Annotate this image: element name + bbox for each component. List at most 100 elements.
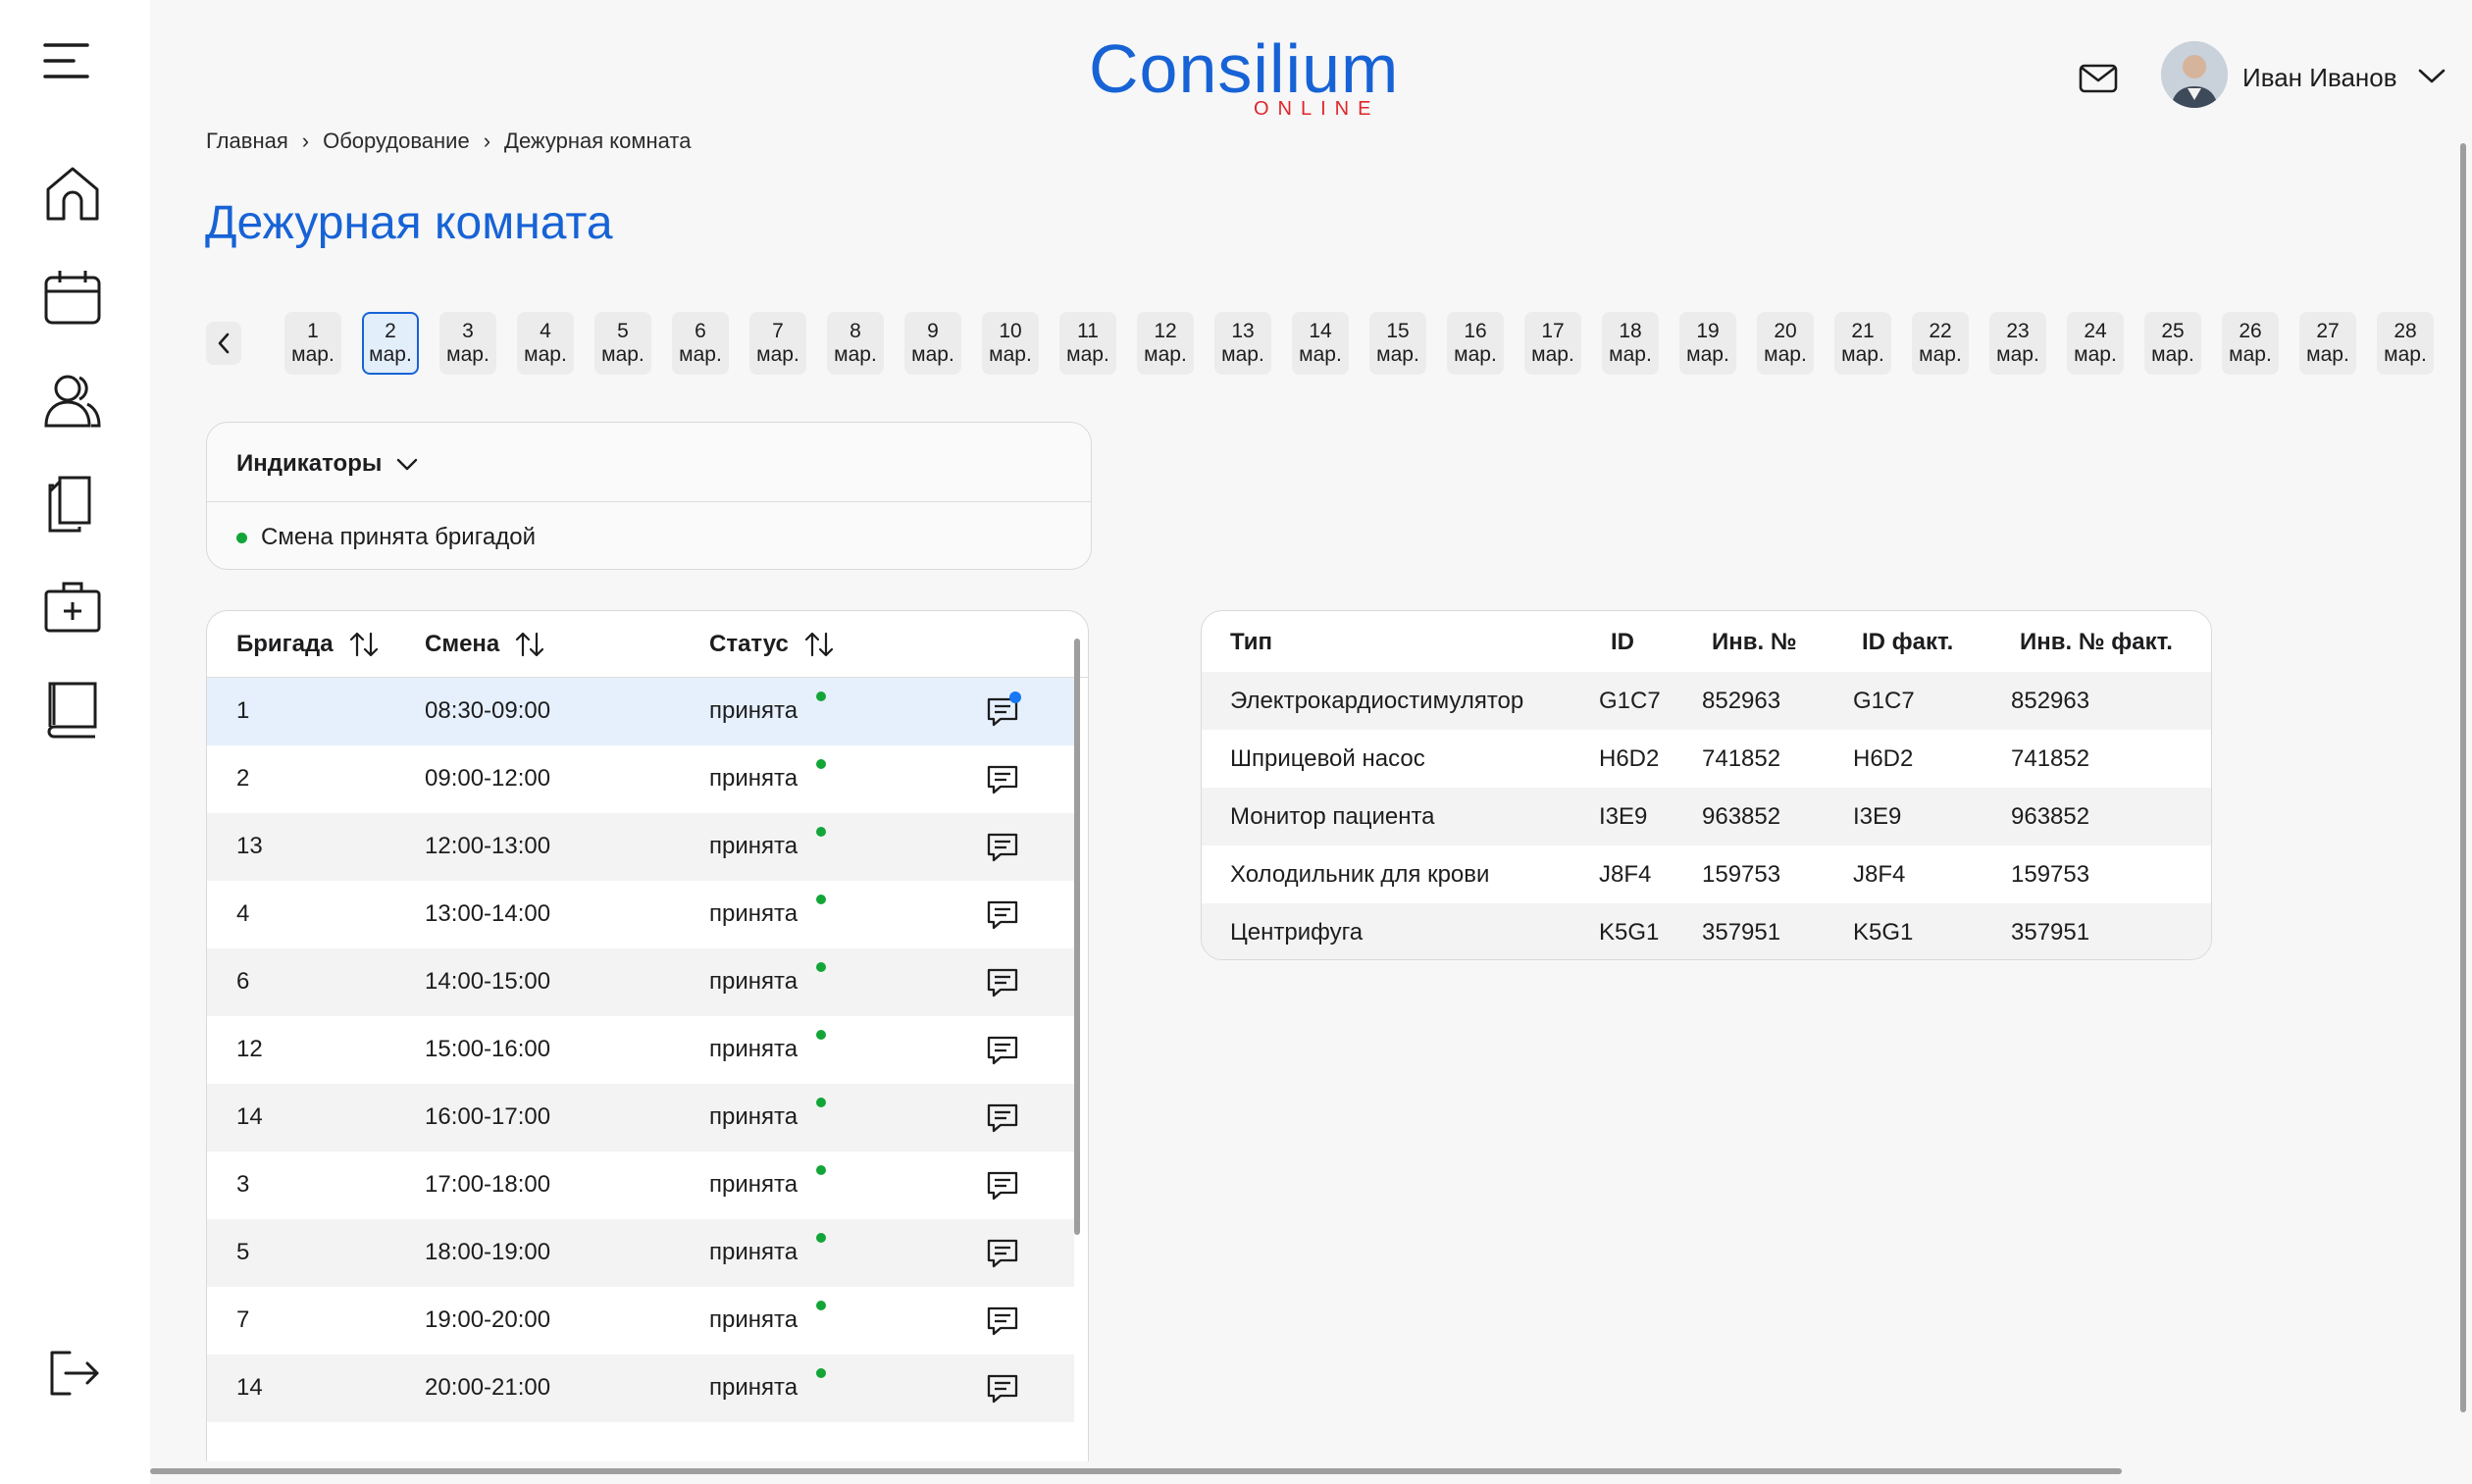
home-icon[interactable] bbox=[33, 155, 112, 233]
mail-icon[interactable] bbox=[2072, 57, 2125, 100]
table-row[interactable]: Монитор пациента I3E9 963852 I3E9 963852 bbox=[1202, 788, 2211, 845]
date-item[interactable]: 25 мар. bbox=[2144, 312, 2201, 375]
table-row[interactable]: Электрокардиостимулятор G1C7 852963 G1C7 852… bbox=[1202, 672, 2211, 730]
date-item[interactable]: 16 мар. bbox=[1447, 312, 1504, 375]
comment-icon[interactable] bbox=[984, 1032, 1021, 1069]
date-day: 24 bbox=[2084, 320, 2107, 342]
date-item[interactable]: 13 мар. bbox=[1214, 312, 1271, 375]
logo-sub-text: ONLINE bbox=[1254, 98, 1380, 120]
chevron-down-icon[interactable] bbox=[2417, 65, 2446, 86]
cell-type: Электрокардиостимулятор bbox=[1230, 688, 1524, 714]
indicators-panel: Индикаторы Смена принята бригадой bbox=[206, 422, 1092, 570]
table-row[interactable]: 2 09:00-12:00 принята bbox=[207, 745, 1074, 813]
date-day: 2 bbox=[385, 320, 396, 342]
sort-status-button[interactable]: Статус bbox=[709, 631, 836, 658]
avatar[interactable] bbox=[2161, 41, 2228, 108]
table-header: Тип ID Инв. № ID факт. Инв. № факт. bbox=[1202, 611, 2211, 672]
cell-shift: 16:00-17:00 bbox=[425, 1103, 551, 1130]
cell-brigade: 7 bbox=[236, 1306, 250, 1333]
date-item[interactable]: 28 мар. bbox=[2377, 312, 2434, 375]
date-month: мар. bbox=[369, 343, 412, 366]
date-item[interactable]: 18 мар. bbox=[1602, 312, 1659, 375]
patients-icon[interactable] bbox=[33, 362, 112, 440]
user-name[interactable]: Иван Иванов bbox=[2242, 63, 2397, 93]
menu-icon[interactable] bbox=[35, 29, 98, 92]
date-item[interactable]: 20 мар. bbox=[1757, 312, 1814, 375]
table-row[interactable]: Шприцевой насос H6D2 741852 H6D2 741852 bbox=[1202, 730, 2211, 788]
date-item[interactable]: 2 мар. bbox=[362, 312, 419, 375]
date-item[interactable]: 9 мар. bbox=[904, 312, 961, 375]
date-item[interactable]: 21 мар. bbox=[1834, 312, 1891, 375]
comment-icon[interactable] bbox=[984, 1370, 1021, 1407]
date-item[interactable]: 12 мар. bbox=[1137, 312, 1194, 375]
documents-icon[interactable] bbox=[33, 465, 112, 543]
date-day: 25 bbox=[2161, 320, 2185, 342]
date-item[interactable]: 22 мар. bbox=[1912, 312, 1969, 375]
date-item[interactable]: 17 мар. bbox=[1524, 312, 1581, 375]
date-item[interactable]: 11 мар. bbox=[1059, 312, 1116, 375]
cell-id-fact: I3E9 bbox=[1853, 803, 1902, 830]
date-item[interactable]: 7 мар. bbox=[749, 312, 806, 375]
table-row[interactable]: 12 15:00-16:00 принята bbox=[207, 1016, 1074, 1084]
date-month: мар. bbox=[1531, 343, 1574, 366]
logout-icon[interactable] bbox=[33, 1334, 112, 1412]
table-row[interactable]: 3 17:00-18:00 принята bbox=[207, 1151, 1074, 1219]
table-row[interactable]: 14 16:00-17:00 принята bbox=[207, 1084, 1074, 1151]
page-horizontal-scrollbar[interactable] bbox=[150, 1468, 2122, 1474]
indicators-toggle[interactable]: Индикаторы bbox=[236, 450, 419, 478]
table-scrollbar[interactable] bbox=[1074, 639, 1080, 1235]
date-item[interactable]: 26 мар. bbox=[2222, 312, 2279, 375]
medkit-icon[interactable] bbox=[33, 567, 112, 645]
table-row[interactable]: Холодильник для крови J8F4 159753 J8F4 15975… bbox=[1202, 845, 2211, 903]
table-row[interactable]: 4 13:00-14:00 принята bbox=[207, 881, 1074, 948]
sort-shift-button[interactable]: Смена bbox=[425, 631, 546, 658]
indicator-label: Смена принята бригадой bbox=[261, 524, 537, 550]
comment-icon[interactable] bbox=[984, 1167, 1021, 1204]
comment-icon[interactable] bbox=[984, 1303, 1021, 1340]
cell-brigade: 4 bbox=[236, 900, 250, 927]
date-item[interactable]: 19 мар. bbox=[1679, 312, 1736, 375]
chevron-left-icon[interactable] bbox=[206, 322, 241, 365]
table-row[interactable]: 13 12:00-13:00 принята bbox=[207, 813, 1074, 881]
date-item[interactable]: 15 мар. bbox=[1369, 312, 1426, 375]
calendar-icon[interactable] bbox=[33, 259, 112, 337]
table-row[interactable]: Центрифуга K5G1 357951 K5G1 357951 bbox=[1202, 903, 2211, 959]
comment-icon[interactable] bbox=[984, 896, 1021, 934]
date-item[interactable]: 4 мар. bbox=[517, 312, 574, 375]
date-item[interactable]: 24 мар. bbox=[2067, 312, 2124, 375]
table-row[interactable]: 1 08:30-09:00 принята bbox=[207, 678, 1074, 745]
book-icon[interactable] bbox=[33, 669, 112, 747]
date-month: мар. bbox=[1686, 343, 1729, 366]
date-item[interactable]: 3 мар. bbox=[439, 312, 496, 375]
table-row[interactable]: 6 14:00-15:00 принята bbox=[207, 948, 1074, 1016]
sidebar bbox=[0, 0, 150, 1484]
table-row[interactable]: 7 19:00-20:00 принята bbox=[207, 1287, 1074, 1355]
date-item[interactable]: 1 мар. bbox=[284, 312, 341, 375]
comment-icon[interactable] bbox=[984, 829, 1021, 866]
date-item[interactable]: 27 мар. bbox=[2299, 312, 2356, 375]
table-row[interactable]: 5 18:00-19:00 принята bbox=[207, 1219, 1074, 1287]
comment-icon[interactable] bbox=[984, 964, 1021, 1001]
comment-icon[interactable] bbox=[984, 1235, 1021, 1272]
comment-icon[interactable] bbox=[984, 761, 1021, 798]
cell-type: Холодильник для крови bbox=[1230, 861, 1490, 888]
divider bbox=[207, 501, 1091, 502]
chevron-right-icon: › bbox=[483, 128, 491, 153]
sort-brigade-button[interactable]: Бригада bbox=[236, 631, 381, 658]
logo[interactable]: Consilium ONLINE bbox=[1089, 29, 1398, 123]
date-day: 11 bbox=[1077, 320, 1099, 342]
date-item[interactable]: 10 мар. bbox=[982, 312, 1039, 375]
date-item[interactable]: 8 мар. bbox=[827, 312, 884, 375]
date-month: мар. bbox=[1454, 343, 1497, 366]
date-item[interactable]: 6 мар. bbox=[672, 312, 729, 375]
breadcrumb-item-home[interactable]: Главная bbox=[206, 128, 288, 154]
table-header: Бригада Смена Статус bbox=[207, 611, 1088, 678]
date-item[interactable]: 14 мар. bbox=[1292, 312, 1349, 375]
cell-id-fact: H6D2 bbox=[1853, 745, 1914, 772]
page-vertical-scrollbar[interactable] bbox=[2460, 143, 2466, 1412]
breadcrumb-item-equipment[interactable]: Оборудование bbox=[323, 128, 470, 154]
date-item[interactable]: 5 мар. bbox=[594, 312, 651, 375]
date-item[interactable]: 23 мар. bbox=[1989, 312, 2046, 375]
table-row[interactable]: 14 20:00-21:00 принята bbox=[207, 1355, 1074, 1422]
comment-icon[interactable] bbox=[984, 1100, 1021, 1137]
